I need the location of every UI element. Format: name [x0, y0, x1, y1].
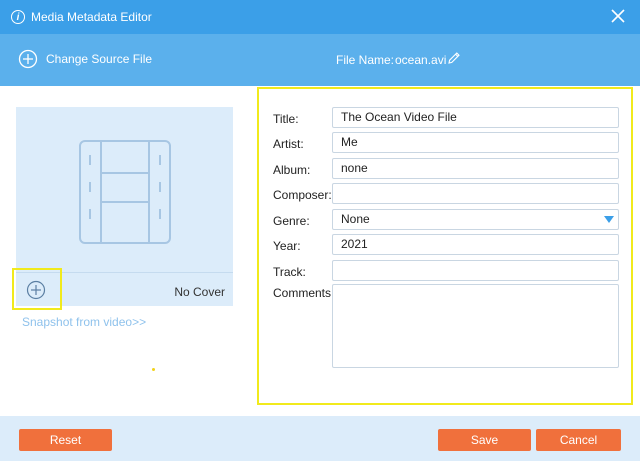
footer-bar: Reset Save Cancel [0, 416, 640, 461]
title-field[interactable]: The Ocean Video File [332, 107, 619, 128]
toolbar: Change Source File File Name: ocean.avi [0, 34, 640, 86]
info-icon: i [11, 10, 25, 24]
reset-button[interactable]: Reset [19, 429, 112, 451]
save-button[interactable]: Save [438, 429, 531, 451]
comments-textarea[interactable] [332, 284, 619, 368]
pencil-icon[interactable] [447, 51, 461, 65]
decorative-dot [152, 368, 155, 371]
artist-field[interactable]: Me [332, 132, 619, 153]
album-field[interactable]: none [332, 158, 619, 179]
file-name: ocean.avi [395, 53, 447, 67]
title-label: Title: [273, 112, 299, 126]
album-label: Album: [273, 163, 311, 177]
year-field[interactable]: 2021 [332, 234, 619, 255]
artist-label: Artist: [273, 137, 304, 151]
year-label: Year: [273, 239, 301, 253]
composer-label: Composer: [273, 188, 332, 202]
title-bar: i Media Metadata Editor [0, 0, 640, 34]
plus-circle-icon[interactable] [26, 280, 46, 300]
cancel-button[interactable]: Cancel [536, 429, 621, 451]
genre-select[interactable]: None [332, 209, 619, 230]
dropdown-arrow-icon[interactable] [604, 216, 614, 223]
comments-label: Comments: [273, 286, 335, 300]
composer-field[interactable] [332, 183, 619, 204]
snapshot-from-video-link[interactable]: Snapshot from video>> [22, 315, 146, 329]
close-icon[interactable] [610, 8, 626, 24]
plus-circle-icon[interactable] [18, 49, 38, 69]
file-name-caption: File Name: [336, 53, 395, 67]
window-title: Media Metadata Editor [31, 10, 152, 24]
genre-label: Genre: [273, 214, 310, 228]
film-strip-icon [79, 140, 171, 244]
metadata-fields-panel: Title: The Ocean Video File Artist: Me A… [257, 87, 633, 405]
change-source-file-button[interactable]: Change Source File [46, 52, 152, 66]
track-field[interactable] [332, 260, 619, 281]
track-label: Track: [273, 265, 306, 279]
genre-selected-value: None [341, 212, 370, 226]
editor-content: No Cover Snapshot from video>> Title: Th… [0, 86, 640, 416]
no-cover-label: No Cover [174, 285, 225, 299]
